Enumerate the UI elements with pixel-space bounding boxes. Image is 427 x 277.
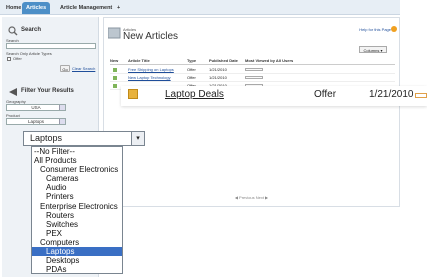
offer-checkbox[interactable] [7, 57, 11, 61]
columns-button[interactable]: Columns ▾ [359, 46, 387, 53]
column-header[interactable]: Published Date [209, 57, 238, 65]
product-filter-select[interactable]: Laptops ▾ [23, 131, 145, 146]
product-value: Laptops [27, 119, 44, 124]
option-item[interactable]: PEX [32, 229, 122, 238]
views-bar [415, 93, 427, 98]
option-item[interactable]: PDAs [32, 265, 122, 274]
pagination[interactable]: ◀ Previous Next ▶ [104, 195, 399, 200]
option-item[interactable]: Audio [32, 183, 122, 192]
tab-bar: Home Articles Article Management + [0, 0, 400, 15]
article-icon [128, 89, 138, 99]
published-date: 1/21/2010 [209, 67, 227, 72]
clear-search-link[interactable]: Clear Search [72, 66, 95, 71]
published-date: 1/21/2010 [369, 89, 414, 100]
go-button[interactable]: Go [60, 65, 70, 72]
new-icon [113, 68, 117, 72]
option-item-selected[interactable]: Laptops [32, 247, 122, 257]
option-item[interactable]: Routers [32, 211, 122, 220]
option-item[interactable]: Enterprise Electronics [32, 202, 122, 211]
product-options-list: --No Filter-- All Products Consumer Elec… [31, 146, 123, 274]
tab-article-management[interactable]: Article Management [56, 2, 116, 14]
tab-articles[interactable]: Articles [22, 2, 51, 14]
geography-select[interactable]: USA [6, 104, 66, 111]
article-title-link[interactable]: Laptop Deals [165, 89, 224, 100]
main-panel: Articles New Articles Help for this Page… [103, 17, 400, 207]
views-bar [245, 68, 263, 71]
page-title: New Articles [123, 31, 179, 42]
tab-add[interactable]: + [113, 2, 124, 14]
filter-icon [9, 88, 17, 96]
published-date: 1/21/2010 [209, 75, 227, 80]
geography-value: USA [31, 105, 41, 110]
filter-title: Filter Your Results [21, 88, 74, 94]
column-header[interactable]: Type [187, 57, 196, 65]
article-type: Offer [187, 75, 196, 80]
article-title-link[interactable]: New Laptop Technology [128, 74, 171, 82]
search-icon [8, 26, 18, 36]
option-item[interactable]: Switches [32, 220, 122, 229]
column-header[interactable]: Article Title [128, 57, 150, 65]
search-input[interactable] [6, 43, 96, 49]
column-header: New [110, 58, 119, 63]
chevron-down-icon[interactable]: ▾ [131, 132, 144, 145]
articles-icon [108, 27, 121, 39]
article-title-link[interactable]: Free Shipping on Laptops [128, 66, 174, 74]
new-icon [113, 76, 117, 80]
option-item[interactable]: Printers [32, 192, 122, 201]
views-bar [245, 76, 263, 79]
table-header: New Article Title Type Published Date Mo… [110, 57, 395, 65]
table-row: New Laptop Technology Offer 1/21/2010 [110, 74, 395, 82]
article-type: Offer [314, 89, 337, 100]
option-item[interactable]: Consumer Electronics [32, 165, 122, 174]
chevron-down-icon [59, 119, 65, 124]
new-icon [113, 84, 117, 88]
help-icon[interactable] [391, 26, 397, 32]
product-select[interactable]: Laptops [6, 118, 66, 125]
option-item[interactable]: Computers [32, 238, 122, 247]
column-header[interactable]: Most Viewed by All Users [245, 57, 293, 65]
option-item[interactable]: Cameras [32, 174, 122, 183]
offer-label: Offer [13, 56, 22, 61]
article-type: Offer [187, 67, 196, 72]
help-link[interactable]: Help for this Page [359, 27, 391, 32]
highlighted-article-row[interactable]: Laptop Deals Offer 1/21/2010 [121, 86, 427, 106]
table-row: Free Shipping on Laptops Offer 1/21/2010 [110, 66, 395, 74]
option-item[interactable]: All Products [32, 156, 122, 165]
selected-value: Laptops [30, 133, 63, 143]
chevron-down-icon [59, 105, 65, 110]
option-item[interactable]: --No Filter-- [32, 147, 122, 156]
option-item[interactable]: Desktops [32, 256, 122, 265]
search-title: Search [21, 27, 42, 33]
